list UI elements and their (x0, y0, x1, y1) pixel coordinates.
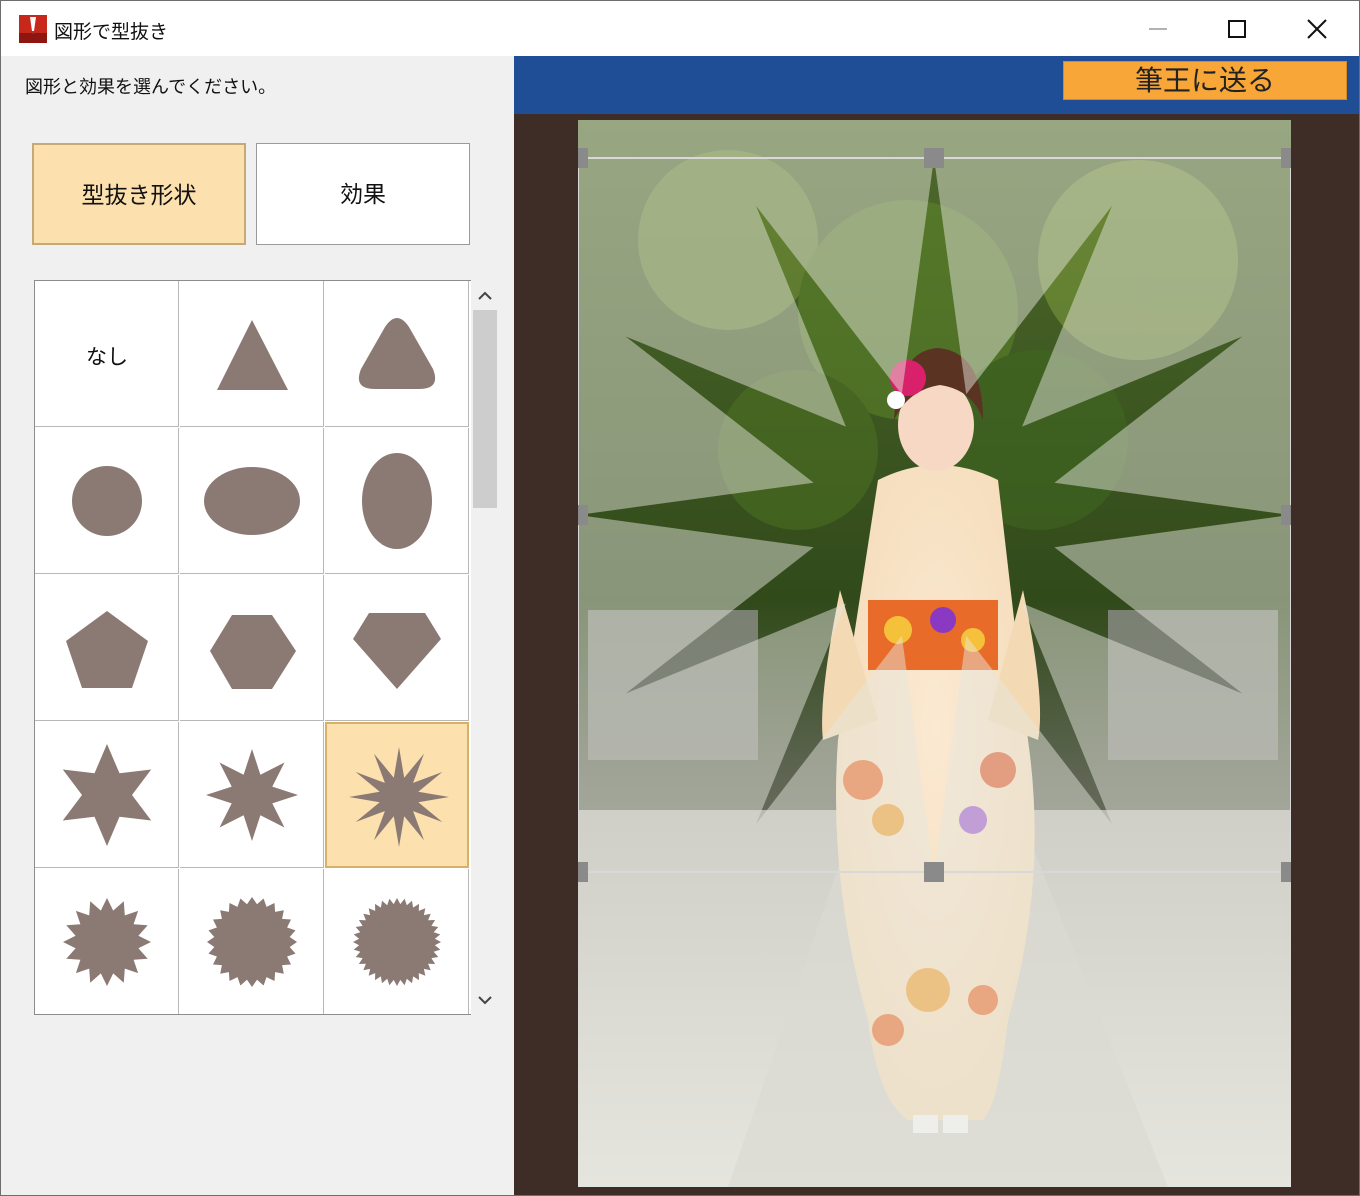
preview-panel: 筆王に送る (514, 56, 1359, 1195)
shape-seal-16[interactable] (35, 869, 179, 1014)
tab-effect[interactable]: 効果 (256, 143, 470, 245)
shape-none[interactable]: なし (35, 281, 179, 427)
close-button[interactable] (1277, 1, 1357, 56)
shape-star-6[interactable] (35, 722, 179, 868)
shape-seal-36[interactable] (325, 869, 469, 1014)
minimize-icon (1149, 28, 1167, 30)
resize-handle-ml[interactable] (578, 505, 588, 525)
resize-handle-bc[interactable] (924, 862, 944, 882)
shape-diamond-gem[interactable] (325, 575, 469, 721)
shape-hexagon[interactable] (180, 575, 324, 721)
seal-24-icon (207, 897, 297, 987)
resize-handle-br[interactable] (1281, 862, 1291, 882)
shape-rounded-triangle[interactable] (325, 281, 469, 427)
scrollbar-thumb[interactable] (473, 310, 497, 508)
shape-circle[interactable] (35, 428, 179, 574)
horizontal-ellipse-icon (204, 467, 300, 535)
title-bar: 図形で型抜き (1, 1, 1359, 56)
diamond-gem-icon (353, 613, 441, 689)
triangle-icon (217, 320, 288, 390)
resize-handle-bl[interactable] (578, 862, 588, 882)
seal-16-icon (63, 898, 151, 986)
seal-36-icon (353, 898, 441, 986)
preview-canvas (514, 114, 1359, 1195)
maximize-button[interactable] (1197, 1, 1277, 56)
shape-horizontal-ellipse[interactable] (180, 428, 324, 574)
circle-icon (72, 466, 142, 536)
star-6-icon (62, 744, 152, 846)
tab-cutout-shape[interactable]: 型抜き形状 (32, 143, 246, 245)
hexagon-icon (210, 615, 296, 689)
resize-handle-tc[interactable] (924, 148, 944, 168)
shape-star-8[interactable] (180, 722, 324, 868)
shape-grid-scrollbar[interactable] (472, 280, 498, 1015)
star-8-icon (206, 749, 298, 841)
vertical-ellipse-icon (362, 453, 432, 549)
star-12-icon (349, 747, 449, 847)
shape-none-label: なし (86, 345, 128, 369)
maximize-icon (1228, 20, 1246, 38)
app-window: 図形で型抜き 図形と効果を選んでください。 型抜き形状 効果 なし 筆王に送る (0, 0, 1360, 1196)
shape-panel: 図形と効果を選んでください。 型抜き形状 効果 なし (1, 56, 514, 1195)
shape-triangle[interactable] (180, 281, 324, 427)
resize-handle-tr[interactable] (1281, 148, 1291, 168)
resize-handle-tl[interactable] (578, 148, 588, 168)
app-icon (19, 15, 47, 43)
instruction-text: 図形と効果を選んでください。 (25, 77, 277, 98)
send-to-fudeo-button[interactable]: 筆王に送る (1063, 61, 1347, 100)
shape-pentagon[interactable] (35, 575, 179, 721)
resize-handle-mr[interactable] (1281, 505, 1291, 525)
pentagon-icon (66, 611, 148, 688)
photo-preview[interactable] (578, 120, 1291, 1187)
shape-vertical-ellipse[interactable] (325, 428, 469, 574)
rounded-triangle-icon (358, 318, 436, 389)
shape-seal-24[interactable] (180, 869, 324, 1014)
chevron-up-icon[interactable] (472, 283, 498, 307)
shape-grid: なし (34, 280, 471, 1015)
close-icon (1307, 19, 1327, 39)
header-bar: 筆王に送る (514, 56, 1359, 114)
window-title: 図形で型抜き (54, 21, 169, 43)
minimize-button[interactable] (1118, 1, 1198, 56)
chevron-down-icon[interactable] (472, 988, 498, 1012)
shape-star-12[interactable] (325, 722, 469, 868)
